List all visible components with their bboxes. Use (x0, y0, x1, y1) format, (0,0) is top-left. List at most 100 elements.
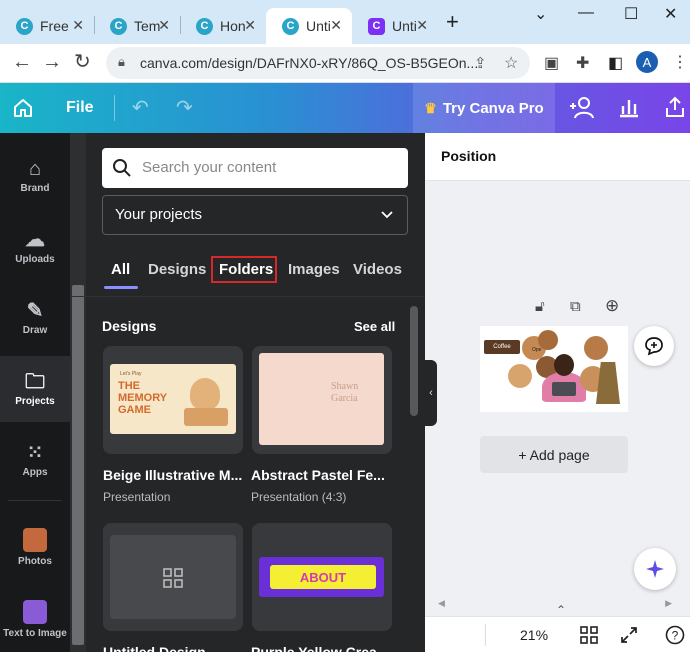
canva-favicon-icon: C (16, 17, 33, 35)
open-sign-text: Ope (532, 347, 542, 353)
browser-tab-2[interactable]: C Tem ✕ (94, 8, 180, 44)
browser-tab-4-active[interactable]: C Unti ✕ (266, 8, 352, 44)
design-card-4[interactable]: ABOUT (252, 523, 392, 631)
thumb-title-text: ABOUT (299, 569, 347, 585)
profile-avatar[interactable]: A (636, 51, 658, 73)
comment-button[interactable] (634, 326, 674, 366)
tab-label: Hon (220, 18, 246, 34)
card-title[interactable]: Abstract Pastel Fe... (251, 467, 385, 483)
minimize-icon[interactable]: — (578, 4, 594, 22)
position-button[interactable]: Position (441, 148, 496, 164)
design-thumbnail: Shawn Garcia (259, 353, 384, 445)
rail-item-apps[interactable]: ⁙ Apps (0, 427, 70, 493)
close-icon[interactable]: ✕ (330, 17, 342, 34)
zoom-level[interactable]: 21% (520, 627, 548, 643)
chevron-up-icon[interactable]: ⌃ (556, 603, 566, 617)
design-thumbnail: ABOUT (259, 557, 384, 597)
canva-favicon-icon: C (110, 17, 127, 35)
rail-item-projects[interactable]: 🗀︎ Projects (0, 356, 70, 422)
try-canva-pro-button[interactable]: ♛ Try Canva Pro (413, 83, 555, 133)
design-thumbnail (110, 535, 236, 619)
insights-chart-icon[interactable] (618, 96, 640, 118)
rail-item-uploads[interactable]: ☁ Uploads (0, 214, 70, 280)
browser-tab-5[interactable]: C Unti ✕ (352, 8, 438, 44)
close-icon[interactable]: ✕ (244, 17, 256, 34)
card-title[interactable]: Beige Illustrative M... (103, 467, 242, 483)
chevron-down-icon[interactable]: ⌄ (534, 4, 547, 24)
browser-tab-bar: C Free ✕ C Tem ✕ C Hon ✕ C Unti ✕ C Unti… (0, 0, 690, 44)
content-scrollbar[interactable] (410, 306, 418, 416)
folders-highlight-box (211, 256, 277, 283)
close-icon[interactable]: ✕ (158, 17, 170, 34)
redo-icon[interactable]: ↷ (176, 95, 193, 120)
magic-assistant-button[interactable] (634, 548, 676, 590)
browser-tab-3[interactable]: C Hon ✕ (180, 8, 266, 44)
extension-screen-icon[interactable]: ▣ (544, 53, 559, 73)
window-close-icon[interactable]: ✕ (664, 4, 677, 24)
see-all-link[interactable]: See all (354, 319, 395, 334)
tab-images[interactable]: Images (288, 261, 340, 278)
projects-filter-dropdown[interactable]: Your projects (102, 195, 408, 235)
comment-plus-icon (645, 337, 663, 356)
thumb-title-text: Shawn Garcia (331, 381, 359, 404)
apps-grid-icon: ⁙ (26, 441, 44, 464)
lock-page-icon[interactable]: 🔓︎ (535, 298, 545, 315)
new-tab-plus-icon[interactable]: + (446, 11, 459, 33)
rail-item-draw[interactable]: ✎ Draw (0, 285, 70, 351)
file-menu-button[interactable]: File (66, 99, 94, 117)
add-page-button[interactable]: + Add page (480, 436, 628, 473)
design-card-2[interactable]: Shawn Garcia (252, 346, 392, 454)
upload-icon: ☁ (25, 228, 45, 251)
design-card-1[interactable]: Let's Play THE MEMORY GAME (103, 346, 243, 454)
close-icon[interactable]: ✕ (416, 17, 428, 34)
maximize-icon[interactable]: ☐ (624, 4, 638, 24)
text-to-image-icon (23, 599, 47, 624)
position-toolbar: Position (425, 133, 690, 181)
reload-icon[interactable]: ↻ (74, 52, 91, 72)
rail-item-photos[interactable]: Photos (0, 514, 70, 580)
design-page[interactable]: Coffee Ope (480, 326, 628, 412)
close-icon[interactable]: ✕ (72, 17, 84, 34)
home-icon[interactable] (12, 97, 34, 119)
rail-label: Apps (22, 466, 48, 478)
share-icon[interactable]: ⇪ (474, 54, 487, 72)
browser-tab-1[interactable]: C Free ✕ (0, 8, 94, 44)
grid-view-icon[interactable] (580, 626, 598, 644)
back-arrow-icon[interactable]: ← (12, 52, 32, 72)
browser-menu-icon[interactable]: ⋮ (672, 52, 688, 72)
card-title[interactable]: Purple Yellow Crea... (251, 644, 388, 660)
fullscreen-icon[interactable] (620, 626, 638, 644)
sparkle-icon (646, 560, 664, 578)
bookmark-star-icon[interactable]: ☆ (504, 53, 518, 73)
duplicate-page-icon[interactable]: ⧉ (570, 298, 581, 315)
card-title[interactable]: Untitled Design (103, 644, 206, 660)
tab-label: Free (40, 18, 69, 34)
svg-text:?: ? (672, 629, 679, 643)
forward-arrow-icon[interactable]: → (42, 52, 62, 72)
search-input[interactable]: Search your content (102, 148, 408, 188)
panel-scrollbar-thumb[interactable] (72, 285, 84, 645)
search-icon (113, 159, 131, 177)
tab-all[interactable]: All (111, 261, 130, 278)
tab-designs[interactable]: Designs (148, 261, 206, 278)
extensions-puzzle-icon[interactable]: ✚ (576, 53, 589, 73)
url-field[interactable]: 🔒︎ canva.com/design/DAFrNX0-xRY/86Q_OS-B… (106, 47, 530, 79)
tab-videos[interactable]: Videos (353, 261, 402, 278)
add-page-icon[interactable]: ⊕ (605, 296, 619, 316)
horizontal-scrollbar[interactable]: ◀ ▶ (438, 598, 672, 610)
rail-label: Brand (20, 182, 50, 194)
add-people-icon[interactable] (568, 95, 596, 121)
tab-label: Unti (392, 18, 417, 34)
undo-icon[interactable]: ↶ (132, 95, 149, 120)
brand-icon: ⌂ (28, 157, 42, 180)
share-upload-icon[interactable] (664, 95, 686, 119)
rail-item-brand[interactable]: ⌂ Brand (0, 143, 70, 209)
tab-label: Unti (306, 18, 331, 34)
rail-label: Draw (22, 324, 48, 336)
try-pro-label: Try Canva Pro (442, 99, 544, 117)
side-panel-icon[interactable]: ◧ (608, 53, 623, 73)
help-icon[interactable]: ? (665, 625, 685, 645)
rail-item-text-to-image[interactable]: Text to Image (0, 586, 70, 652)
collapse-panel-handle[interactable]: ‹ (425, 360, 437, 426)
design-card-3[interactable] (103, 523, 243, 631)
